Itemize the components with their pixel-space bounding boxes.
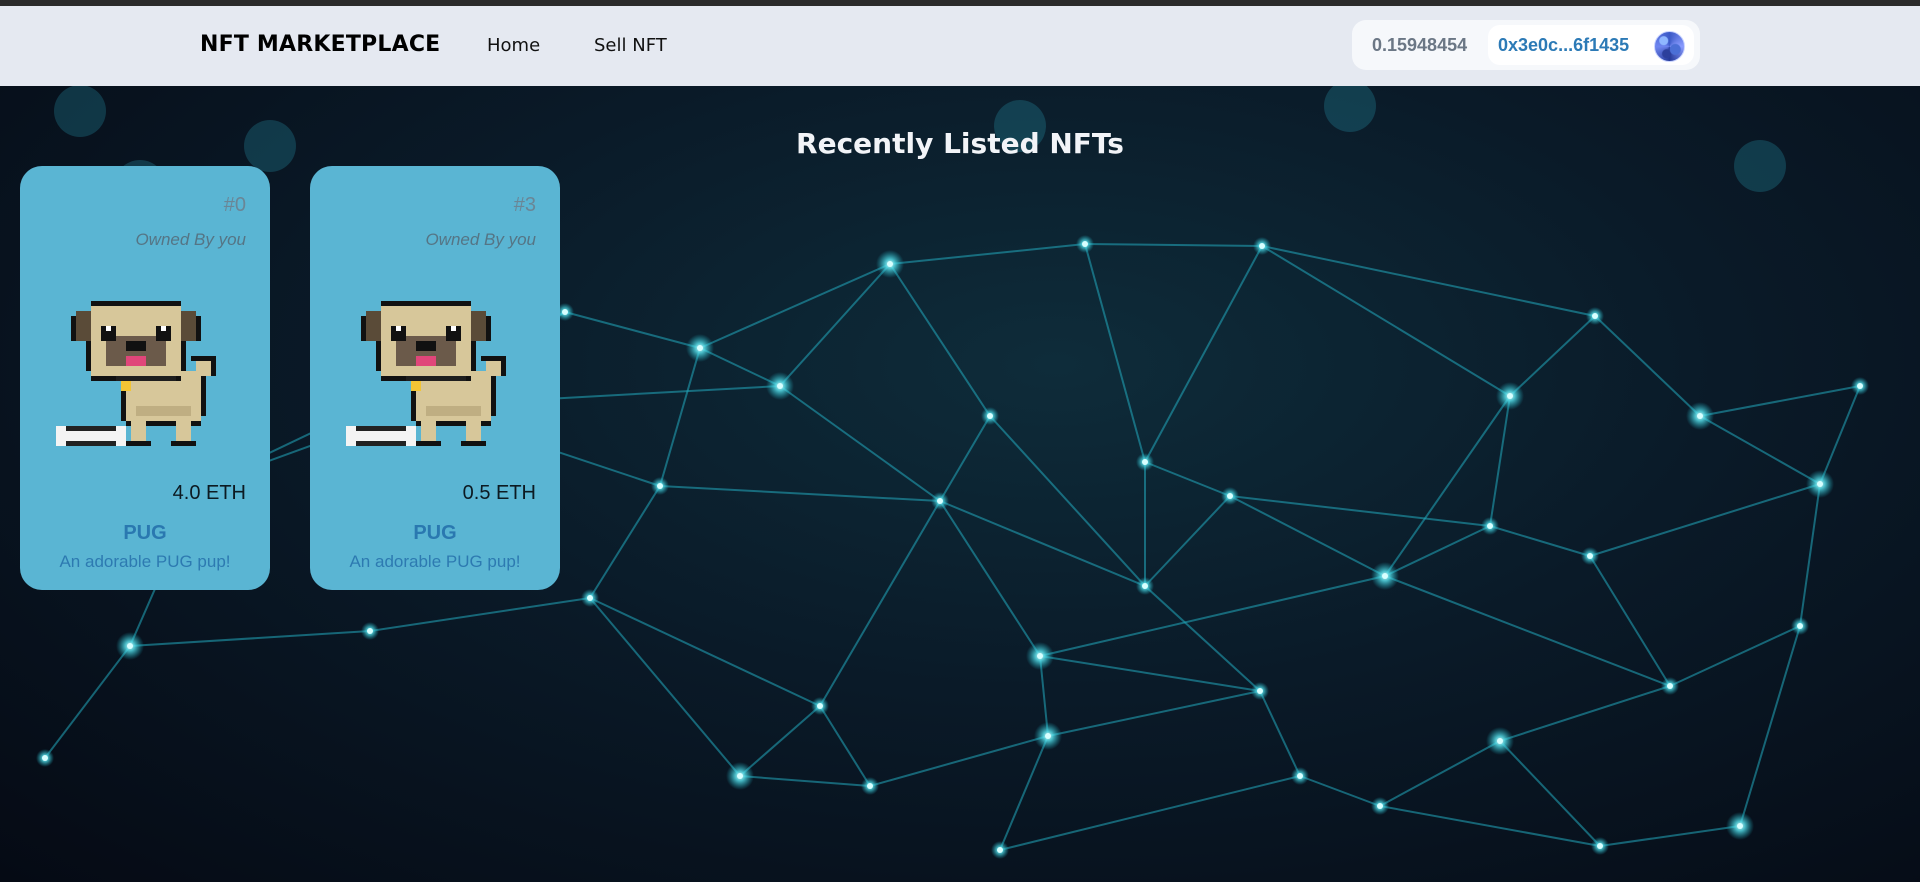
price-label: 4.0 ETH [172, 482, 246, 504]
navbar: NFT MARKETPLACE Home Sell NFT 0.15948454… [0, 6, 1920, 86]
nft-name: PUG [123, 522, 167, 544]
brand-logo[interactable]: NFT MARKETPLACE [200, 32, 440, 57]
owner-label: Owned By you [135, 230, 246, 249]
pug-icon [56, 301, 216, 446]
network-mesh-background [36, 86, 1869, 859]
token-id: #3 [513, 194, 536, 216]
pug-icon [346, 301, 506, 446]
wallet-avatar-icon [1654, 31, 1685, 62]
wallet-address-button[interactable]: 0x3e0c...6f1435 [1488, 25, 1694, 65]
nft-description: An adorable PUG pup! [59, 552, 231, 571]
nft-description: An adorable PUG pup! [349, 552, 521, 571]
wallet-balance: 0.15948454 [1372, 35, 1468, 55]
hero-background: Recently Listed NFTs #0 Owned By you 4.0… [0, 86, 1920, 882]
pug-image [346, 286, 526, 466]
page-title: Recently Listed NFTs [796, 126, 1124, 160]
nft-card[interactable]: #0 Owned By you 4.0 ETH PUG An adorable … [20, 166, 270, 590]
pug-image [56, 286, 236, 466]
nft-name: PUG [413, 522, 457, 544]
nav-home-link[interactable]: Home [487, 35, 540, 56]
wallet-widget: 0.15948454 0x3e0c...6f1435 [1352, 20, 1700, 70]
wallet-address: 0x3e0c...6f1435 [1498, 35, 1630, 55]
price-label: 0.5 ETH [462, 482, 536, 504]
nav-sell-nft-link[interactable]: Sell NFT [594, 35, 667, 56]
nft-card[interactable]: #3 Owned By you 0.5 ETH PUG An adorable … [310, 166, 560, 590]
owner-label: Owned By you [425, 230, 536, 249]
token-id: #0 [223, 194, 246, 216]
